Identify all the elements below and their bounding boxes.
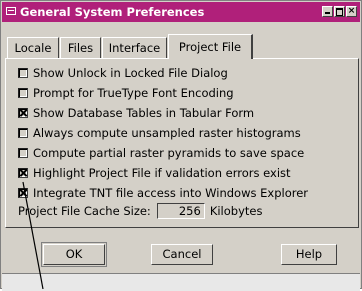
close-icon[interactable]: × [346,6,357,17]
window-title: General System Preferences [20,5,205,19]
project-file-panel [5,58,359,228]
tab-files[interactable]: Files [60,37,101,58]
title-bar[interactable]: General System Preferences × [2,2,360,22]
help-button[interactable]: Help [281,244,337,265]
minimize-icon[interactable] [322,6,333,17]
tab-project-file[interactable]: Project File [168,34,253,59]
ok-button[interactable]: OK [43,244,105,265]
status-area [2,273,360,291]
preferences-window: General System Preferences × Locale File… [0,0,362,291]
tab-locale[interactable]: Locale [7,37,59,58]
maximize-icon[interactable] [334,6,345,17]
cancel-button[interactable]: Cancel [151,244,213,265]
window-menu-icon[interactable] [6,7,16,15]
tab-interface[interactable]: Interface [102,37,167,58]
window-controls: × [322,6,357,17]
